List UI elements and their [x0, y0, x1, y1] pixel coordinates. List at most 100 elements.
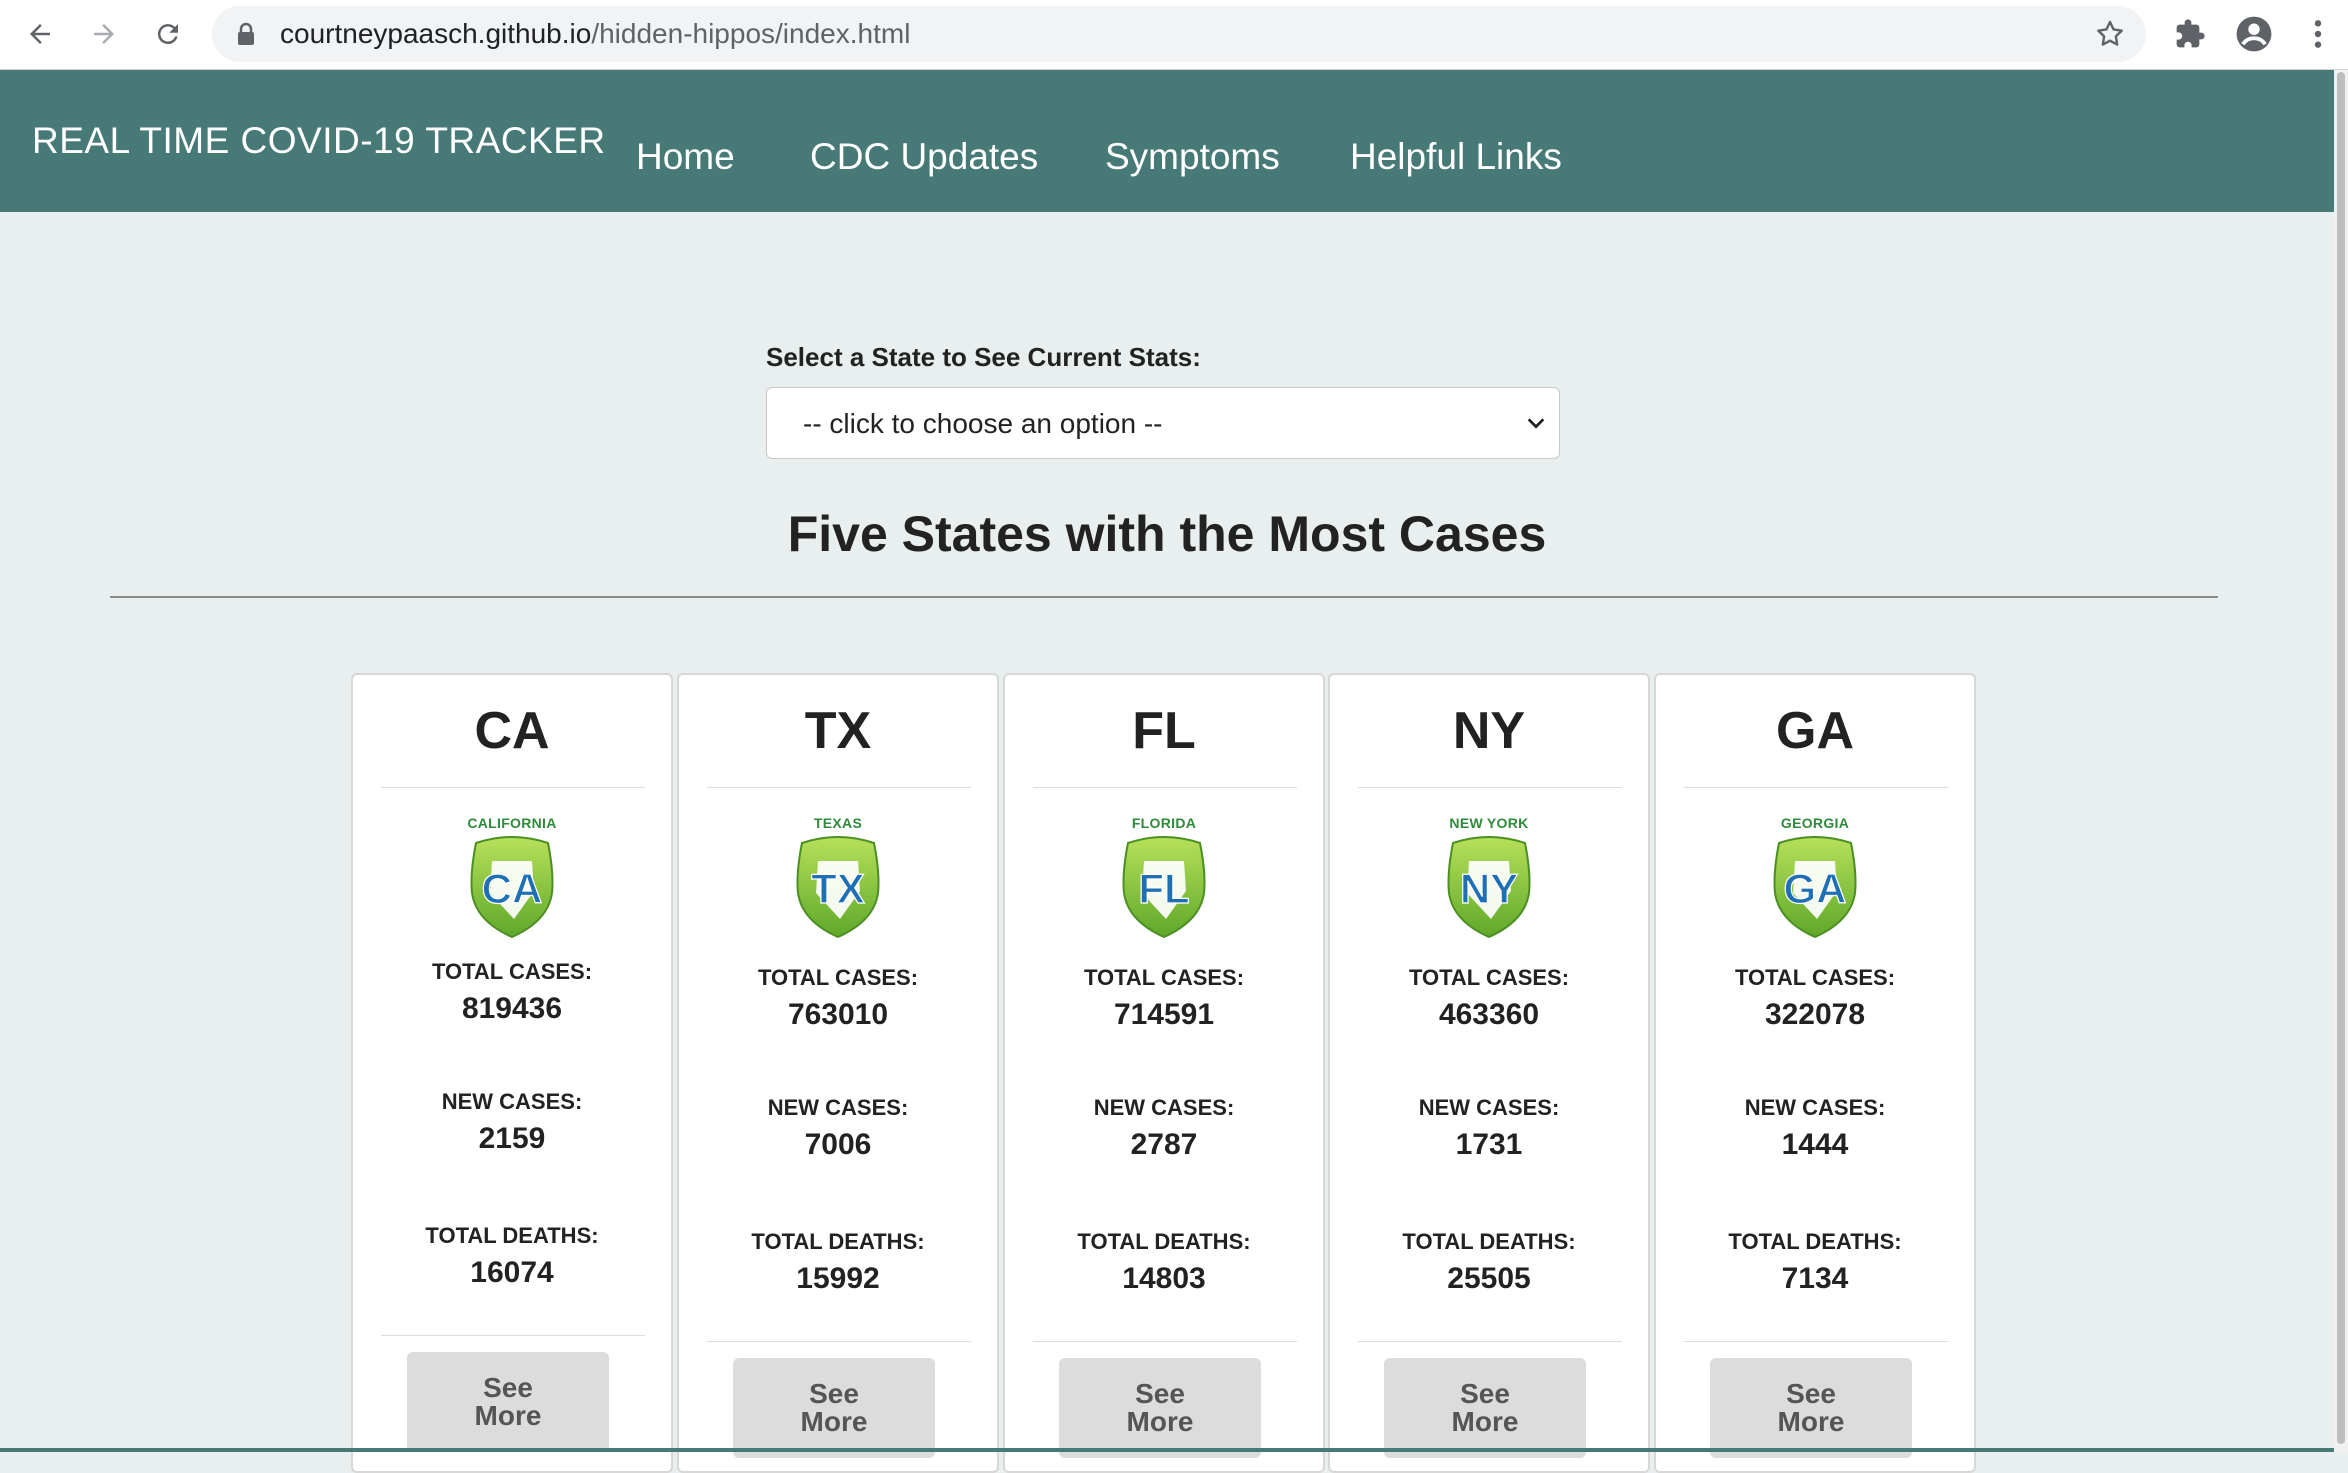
state-shield-logo: TEXAS TX: [679, 815, 997, 945]
state-select-label: Select a State to See Current Stats:: [766, 342, 1201, 372]
state-shield-logo: GEORGIA GA: [1656, 815, 1974, 945]
state-abbr: FL: [1132, 702, 1196, 760]
new-cases-label: NEW CASES:: [1744, 1095, 1886, 1120]
new-cases-label: NEW CASES:: [1093, 1095, 1235, 1120]
reload-icon[interactable]: [146, 12, 190, 56]
footer-edge: [0, 1448, 2334, 1452]
shield-letters: FL: [1138, 865, 1189, 912]
total-deaths-value: 25505: [1447, 1262, 1531, 1295]
total-deaths-value: 15992: [796, 1262, 880, 1295]
card-divider: [381, 1335, 645, 1336]
shield-icon: FL: [1122, 836, 1206, 939]
forward-arrow-icon[interactable]: [82, 12, 126, 56]
section-title: Five States with the Most Cases: [787, 506, 1547, 562]
total-deaths-value: 7134: [1781, 1262, 1849, 1295]
new-cases-value: 1444: [1781, 1128, 1849, 1161]
state-shield-name: CALIFORNIA: [467, 815, 557, 831]
see-more-label-1: See: [809, 1378, 859, 1409]
see-more-button[interactable]: See More: [1059, 1358, 1261, 1458]
total-cases-label: TOTAL CASES:: [431, 959, 593, 984]
menu-kebab-icon[interactable]: [2296, 12, 2340, 56]
card-divider: [1358, 1341, 1622, 1342]
state-abbr: CA: [474, 702, 550, 760]
see-more-button[interactable]: See More: [1384, 1358, 1586, 1458]
total-deaths-value: 14803: [1122, 1262, 1206, 1295]
card-divider: [1684, 787, 1948, 788]
state-select[interactable]: -- click to choose an option --: [766, 387, 1560, 459]
extensions-puzzle-icon[interactable]: [2168, 12, 2212, 56]
see-more-button[interactable]: See More: [733, 1358, 935, 1458]
state-card: NY NEW YORK NY TOTAL CASES: 463360 NEW C: [1328, 673, 1650, 1473]
nav-link-symptoms[interactable]: Symptoms: [1105, 136, 1280, 178]
address-bar[interactable]: courtneypaasch.github.io/hidden-hippos/i…: [212, 6, 2146, 62]
total-cases-value: 463360: [1438, 998, 1540, 1031]
state-select-value: -- click to choose an option --: [803, 408, 1163, 439]
card-divider: [707, 787, 971, 788]
card-divider: [381, 787, 645, 788]
shield-letters: GA: [1784, 865, 1847, 912]
profile-avatar-icon[interactable]: [2232, 12, 2276, 56]
see-more-label-2: More: [1126, 1406, 1194, 1437]
shield-icon: TX: [796, 836, 880, 939]
url-text: courtneypaasch.github.io/hidden-hippos/i…: [280, 6, 910, 62]
total-deaths-label: TOTAL DEATHS:: [751, 1229, 925, 1254]
total-cases-label: TOTAL CASES:: [1408, 965, 1570, 990]
card-divider: [1033, 787, 1297, 788]
total-cases-label: TOTAL CASES:: [757, 965, 919, 990]
shield-letters: CA: [482, 865, 543, 912]
state-card: FL FLORIDA FL TOTAL CASES: 714591 NEW CA: [1003, 673, 1325, 1473]
shield-letters: TX: [811, 865, 865, 912]
lock-icon: [236, 22, 256, 51]
url-host: courtneypaasch.github.io: [280, 18, 592, 49]
new-cases-value: 7006: [804, 1128, 872, 1161]
shield-letters: NY: [1460, 865, 1518, 912]
bookmark-star-icon[interactable]: [2094, 18, 2126, 55]
shield-icon: NY: [1447, 836, 1531, 939]
nav-link-cdc-updates[interactable]: CDC Updates: [810, 136, 1038, 178]
total-cases-value: 819436: [461, 992, 563, 1025]
page-scrollbar[interactable]: [2334, 70, 2348, 1452]
total-cases-value: 322078: [1764, 998, 1866, 1031]
state-card: TX TEXAS TX TOTAL CASES: 763010 NEW CASE: [677, 673, 999, 1473]
chevron-down-icon: [1525, 412, 1547, 439]
state-shield-name: GEORGIA: [1780, 815, 1850, 831]
see-more-label-1: See: [1786, 1378, 1836, 1409]
new-cases-label: NEW CASES:: [1418, 1095, 1560, 1120]
state-abbr: TX: [804, 702, 872, 760]
state-card: CA CALIFORNIA CA TOTAL CASES: 819436 NEW: [351, 673, 673, 1473]
total-cases-label: TOTAL CASES:: [1083, 965, 1245, 990]
state-shield-logo: NEW YORK NY: [1330, 815, 1648, 945]
back-arrow-icon[interactable]: [18, 12, 62, 56]
state-shield-name: NEW YORK: [1449, 815, 1529, 831]
state-abbr: GA: [1776, 702, 1854, 760]
see-more-label-1: See: [483, 1372, 533, 1403]
see-more-label-1: See: [1460, 1378, 1510, 1409]
see-more-button[interactable]: See More: [407, 1352, 609, 1452]
scrollbar-thumb[interactable]: [2337, 72, 2345, 1444]
total-deaths-label: TOTAL DEATHS:: [1077, 1229, 1251, 1254]
new-cases-label: NEW CASES:: [767, 1095, 909, 1120]
site-navbar: REAL TIME COVID-19 TRACKER Home CDC Upda…: [0, 70, 2334, 212]
state-shield-logo: CALIFORNIA CA: [353, 815, 671, 945]
state-shield-logo: FLORIDA FL: [1005, 815, 1323, 945]
total-cases-label: TOTAL CASES:: [1734, 965, 1896, 990]
state-shield-name: FLORIDA: [1131, 815, 1197, 831]
total-cases-value: 763010: [787, 998, 889, 1031]
see-more-label-2: More: [474, 1400, 542, 1431]
shield-icon: GA: [1773, 836, 1857, 939]
shield-icon: CA: [470, 836, 554, 939]
section-divider: [110, 596, 2218, 598]
nav-link-home[interactable]: Home: [636, 136, 735, 178]
nav-link-helpful-links[interactable]: Helpful Links: [1350, 136, 1562, 178]
total-deaths-label: TOTAL DEATHS:: [425, 1223, 599, 1248]
new-cases-value: 1731: [1455, 1128, 1523, 1161]
state-abbr: NY: [1452, 702, 1526, 760]
browser-toolbar: courtneypaasch.github.io/hidden-hippos/i…: [0, 0, 2348, 70]
see-more-label-2: More: [1451, 1406, 1519, 1437]
see-more-button[interactable]: See More: [1710, 1358, 1912, 1458]
see-more-label-2: More: [800, 1406, 868, 1437]
total-deaths-label: TOTAL DEATHS:: [1402, 1229, 1576, 1254]
site-brand[interactable]: REAL TIME COVID-19 TRACKER: [32, 120, 606, 162]
see-more-label-2: More: [1777, 1406, 1845, 1437]
card-divider: [1033, 1341, 1297, 1342]
